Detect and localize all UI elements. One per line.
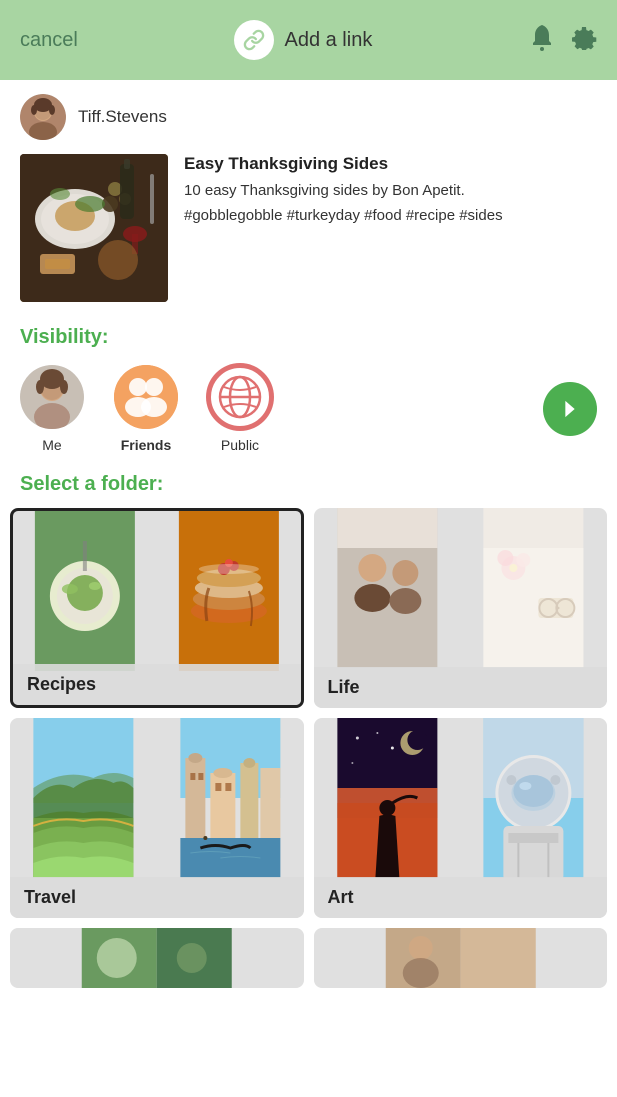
folder-recipes[interactable]: Recipes xyxy=(10,508,304,708)
post-preview: Easy Thanksgiving Sides 10 easy Thanksgi… xyxy=(0,154,617,318)
visibility-friends-circle xyxy=(114,365,178,429)
post-image xyxy=(20,154,168,302)
header-title: Add a link xyxy=(284,29,372,52)
folder-art-label: Art xyxy=(314,877,608,918)
post-title: Easy Thanksgiving Sides xyxy=(184,154,597,174)
folder-art-img-right xyxy=(460,718,607,878)
folder-travel-img-right xyxy=(157,718,304,878)
visibility-public-label: Public xyxy=(221,437,259,453)
post-hashtags: #gobblegobble #turkeyday #food #recipe #… xyxy=(184,205,597,228)
visibility-row: Me Friends Public xyxy=(0,353,617,465)
folder-life-images xyxy=(314,508,608,668)
visibility-me-label: Me xyxy=(42,437,61,453)
folder-recipes-label: Recipes xyxy=(13,664,301,705)
next-button[interactable] xyxy=(543,382,597,436)
folder-grid: Recipes xyxy=(0,508,617,918)
notification-icon[interactable] xyxy=(529,23,555,58)
folder-life-img-left xyxy=(314,508,461,668)
folder-art[interactable]: Art xyxy=(314,718,608,918)
folder-partial-right[interactable] xyxy=(314,928,608,988)
header-center: Add a link xyxy=(234,20,372,60)
avatar xyxy=(20,94,66,140)
folder-life[interactable]: Life xyxy=(314,508,608,708)
folder-partial-left[interactable] xyxy=(10,928,304,988)
header: cancel Add a link xyxy=(0,0,617,80)
visibility-public-option[interactable]: Public xyxy=(208,365,272,453)
visibility-friends-option[interactable]: Friends xyxy=(114,365,178,453)
visibility-label: Visibility: xyxy=(0,318,617,353)
folder-art-images xyxy=(314,718,608,878)
folder-travel-img-left xyxy=(10,718,157,878)
folder-art-img-left xyxy=(314,718,461,878)
visibility-friends-label: Friends xyxy=(121,437,172,453)
header-icons xyxy=(529,23,597,58)
folder-travel[interactable]: Travel xyxy=(10,718,304,918)
folder-life-label: Life xyxy=(314,667,608,708)
user-row: Tiff.Stevens xyxy=(0,80,617,154)
folder-life-img-right xyxy=(460,508,607,668)
folder-recipes-images xyxy=(13,511,301,671)
username: Tiff.Stevens xyxy=(78,107,167,127)
folder-section-label: Select a folder: xyxy=(0,465,617,508)
folder-recipes-img-right xyxy=(157,511,301,671)
folder-travel-images xyxy=(10,718,304,878)
folder-recipes-img-left xyxy=(13,511,157,671)
folder-grid-bottom xyxy=(0,918,617,988)
visibility-me-option[interactable]: Me xyxy=(20,365,84,453)
link-icon xyxy=(234,20,274,60)
post-text: Easy Thanksgiving Sides 10 easy Thanksgi… xyxy=(184,154,597,228)
folder-travel-label: Travel xyxy=(10,877,304,918)
settings-icon[interactable] xyxy=(571,24,597,57)
food-photo-inner xyxy=(20,154,168,302)
post-description: 10 easy Thanksgiving sides by Bon Apetit… xyxy=(184,180,597,201)
cancel-button[interactable]: cancel xyxy=(20,29,78,52)
visibility-me-circle xyxy=(20,365,84,429)
visibility-public-circle xyxy=(208,365,272,429)
